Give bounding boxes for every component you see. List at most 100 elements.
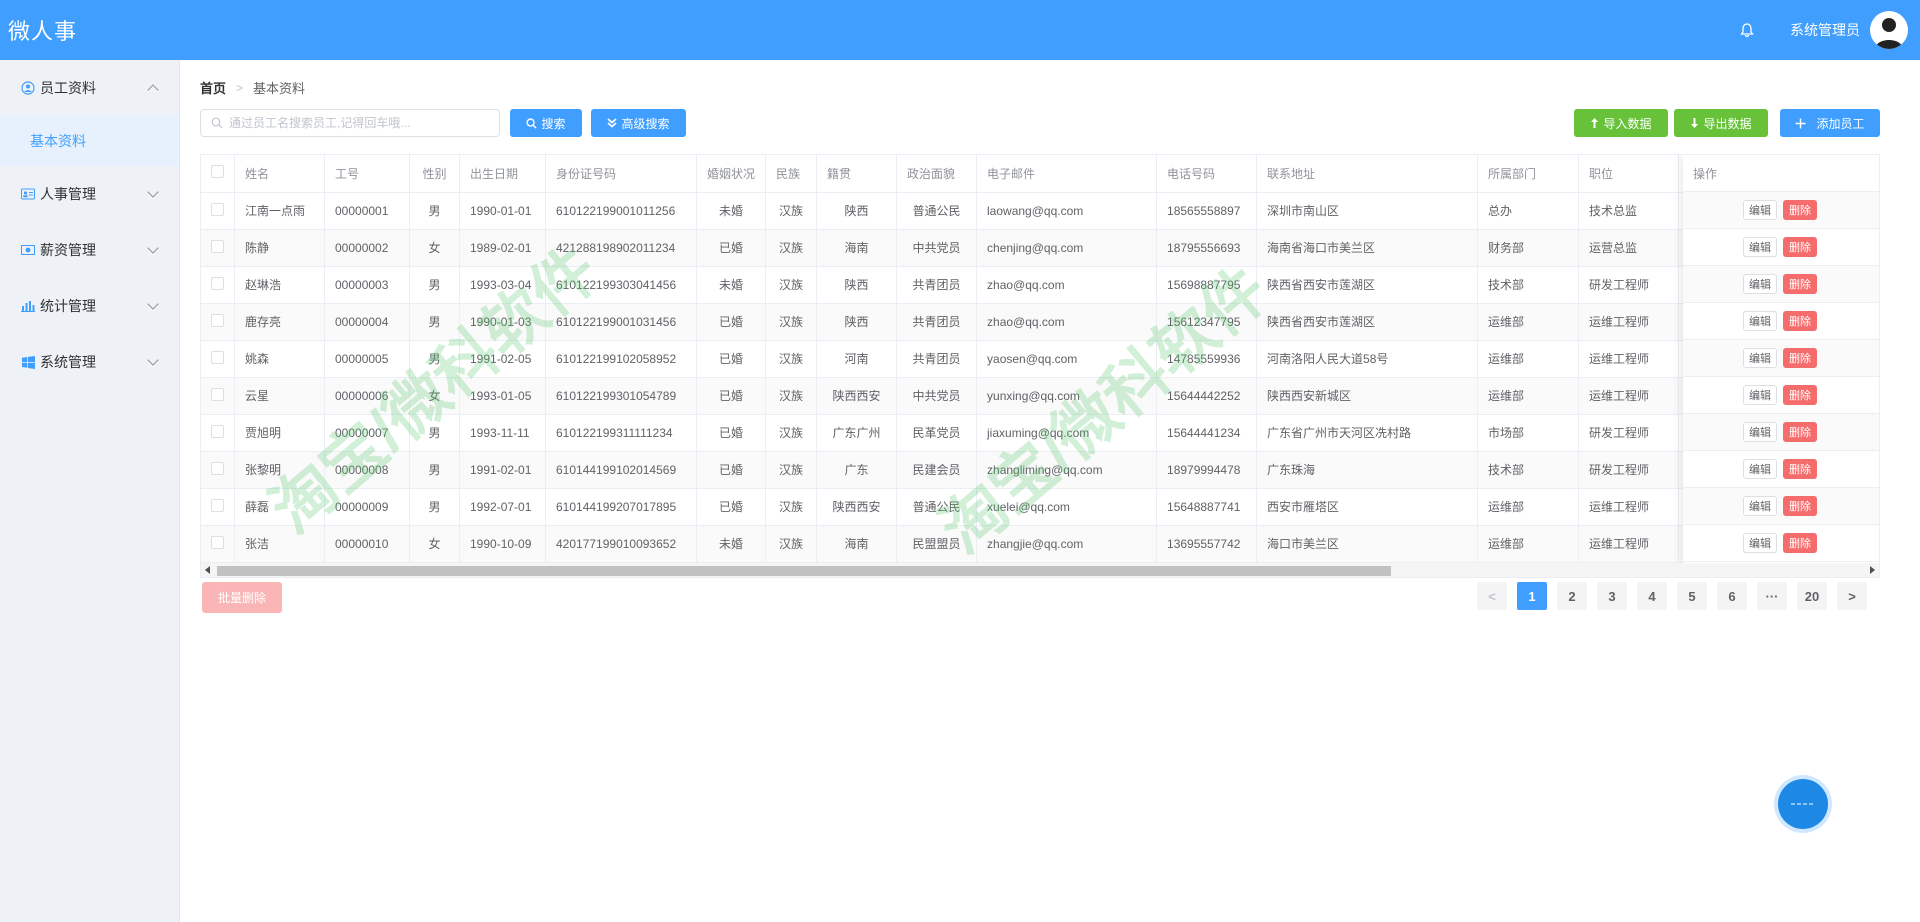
advanced-search-button[interactable]: 高级搜索 <box>591 109 686 137</box>
table-cell: 贾旭明 <box>234 414 325 452</box>
row-checkbox[interactable] <box>201 525 235 563</box>
sidebar-item-label: 员工资料 <box>40 80 96 96</box>
sidebar-item-label: 薪资管理 <box>40 242 96 258</box>
table-cell: 财务部 <box>1477 229 1580 267</box>
page-button[interactable]: 5 <box>1677 582 1707 610</box>
operation-row: 编辑 删除 <box>1683 414 1879 451</box>
table-row[interactable]: 云星 00000006 女 1993-01-05 610122199301054789 已… <box>201 377 1801 415</box>
table-row[interactable]: 赵琳浩 00000003 男 1993-03-04 610122199303041456… <box>201 266 1801 304</box>
column-header: 操作 <box>1683 155 1879 192</box>
search-box[interactable] <box>200 109 500 137</box>
plus-icon <box>1795 118 1806 128</box>
edit-button[interactable]: 编辑 <box>1743 533 1777 553</box>
page-button[interactable]: 3 <box>1597 582 1627 610</box>
table-cell: 未婚 <box>696 192 767 230</box>
sidebar-item-personnel[interactable]: 人事管理 <box>0 166 179 222</box>
scrollbar-thumb[interactable] <box>217 566 1391 576</box>
delete-button[interactable]: 删除 <box>1783 422 1817 442</box>
page-button[interactable]: 1 <box>1517 582 1547 610</box>
page-button[interactable]: 2 <box>1557 582 1587 610</box>
column-header: 身份证号码 <box>545 155 697 193</box>
delete-button[interactable]: 删除 <box>1783 496 1817 516</box>
delete-button[interactable]: 删除 <box>1783 385 1817 405</box>
row-checkbox[interactable] <box>201 340 235 378</box>
row-checkbox[interactable] <box>201 488 235 526</box>
table-cell: 云星 <box>234 377 325 415</box>
table-cell: 运维部 <box>1477 377 1580 415</box>
edit-button[interactable]: 编辑 <box>1743 274 1777 294</box>
table-row[interactable]: 张洁 00000010 女 1990-10-09 420177199010093652 未… <box>201 525 1801 563</box>
batch-delete-button[interactable]: 批量删除 <box>202 582 282 613</box>
floating-action-button[interactable] <box>1778 779 1828 829</box>
sidebar-item-statistics[interactable]: 统计管理 <box>0 278 179 334</box>
table-cell: 市场部 <box>1477 414 1580 452</box>
edit-button[interactable]: 编辑 <box>1743 200 1777 220</box>
sidebar-subitem-basic-info[interactable]: 基本资料 <box>0 116 179 166</box>
table-cell: 420177199010093652 <box>545 525 697 563</box>
select-all-checkbox[interactable] <box>201 155 235 193</box>
edit-button[interactable]: 编辑 <box>1743 348 1777 368</box>
horizontal-scrollbar[interactable] <box>201 563 1879 577</box>
delete-button[interactable]: 删除 <box>1783 459 1817 479</box>
scroll-right-icon[interactable] <box>1870 566 1875 574</box>
delete-button[interactable]: 删除 <box>1783 237 1817 257</box>
row-checkbox[interactable] <box>201 229 235 267</box>
table-row[interactable]: 张黎明 00000008 男 1991-02-01 610144199102014569… <box>201 451 1801 489</box>
delete-button[interactable]: 删除 <box>1783 200 1817 220</box>
sidebar-item-system[interactable]: 系统管理 <box>0 334 179 390</box>
page-button[interactable]: 4 <box>1637 582 1667 610</box>
delete-button[interactable]: 删除 <box>1783 274 1817 294</box>
table-row[interactable]: 薛磊 00000009 男 1992-07-01 610144199207017895 已… <box>201 488 1801 526</box>
export-data-button[interactable]: 导出数据 <box>1674 109 1768 137</box>
edit-button[interactable]: 编辑 <box>1743 237 1777 257</box>
table-cell: 研发工程师 <box>1578 414 1680 452</box>
table-cell: 1993-11-11 <box>459 414 546 452</box>
breadcrumb-home[interactable]: 首页 <box>200 78 226 97</box>
sidebar-item-salary[interactable]: 薪资管理 <box>0 222 179 278</box>
table-cell: 1990-01-03 <box>459 303 546 341</box>
import-data-button[interactable]: 导入数据 <box>1574 109 1668 137</box>
row-checkbox[interactable] <box>201 377 235 415</box>
prev-page-button[interactable]: < <box>1477 582 1507 610</box>
row-checkbox[interactable] <box>201 266 235 304</box>
sidebar-item-employee-info[interactable]: 员工资料 <box>0 60 179 116</box>
table-cell: 河南 <box>816 340 898 378</box>
delete-button[interactable]: 删除 <box>1783 348 1817 368</box>
chevron-down-icon <box>147 354 159 366</box>
page-ellipsis[interactable]: ··· <box>1757 582 1787 610</box>
main-content: 首页 > 基本资料 搜索 高级搜索 导入数据 导出数据 添加员工 <box>180 60 1920 922</box>
edit-button[interactable]: 编辑 <box>1743 496 1777 516</box>
delete-button[interactable]: 删除 <box>1783 533 1817 553</box>
row-checkbox[interactable] <box>201 451 235 489</box>
table-row[interactable]: 姚森 00000005 男 1991-02-05 610122199102058952 已… <box>201 340 1801 378</box>
bell-icon[interactable] <box>1736 19 1758 41</box>
table-row[interactable]: 贾旭明 00000007 男 1993-11-11 610122199311111234… <box>201 414 1801 452</box>
table-cell: 00000003 <box>324 266 410 304</box>
table-row[interactable]: 鹿存亮 00000004 男 1990-01-03 610122199001031456… <box>201 303 1801 341</box>
search-input[interactable] <box>229 116 489 130</box>
next-page-button[interactable]: > <box>1837 582 1867 610</box>
table-cell: 运维工程师 <box>1578 488 1680 526</box>
row-checkbox[interactable] <box>201 303 235 341</box>
table-row[interactable]: 江南一点雨 00000001 男 1990-01-01 6101221990010112… <box>201 192 1801 230</box>
table-cell: laowang@qq.com <box>976 192 1158 230</box>
add-employee-button[interactable]: 添加员工 <box>1780 109 1880 137</box>
user-circle-icon <box>20 80 36 96</box>
edit-button[interactable]: 编辑 <box>1743 385 1777 405</box>
avatar[interactable] <box>1870 11 1908 49</box>
operation-row: 编辑 删除 <box>1683 488 1879 525</box>
page-button[interactable]: 20 <box>1797 582 1827 610</box>
edit-button[interactable]: 编辑 <box>1743 422 1777 442</box>
page-button[interactable]: 6 <box>1717 582 1747 610</box>
delete-button[interactable]: 删除 <box>1783 311 1817 331</box>
table-row[interactable]: 陈静 00000002 女 1989-02-01 421288198902011234 已… <box>201 229 1801 267</box>
edit-button[interactable]: 编辑 <box>1743 459 1777 479</box>
user-name[interactable]: 系统管理员 <box>1790 20 1860 40</box>
row-checkbox[interactable] <box>201 414 235 452</box>
edit-button[interactable]: 编辑 <box>1743 311 1777 331</box>
search-button[interactable]: 搜索 <box>510 109 582 137</box>
table-cell: yaosen@qq.com <box>976 340 1158 378</box>
scroll-left-icon[interactable] <box>205 566 210 574</box>
table-cell: 民革党员 <box>896 414 978 452</box>
row-checkbox[interactable] <box>201 192 235 230</box>
